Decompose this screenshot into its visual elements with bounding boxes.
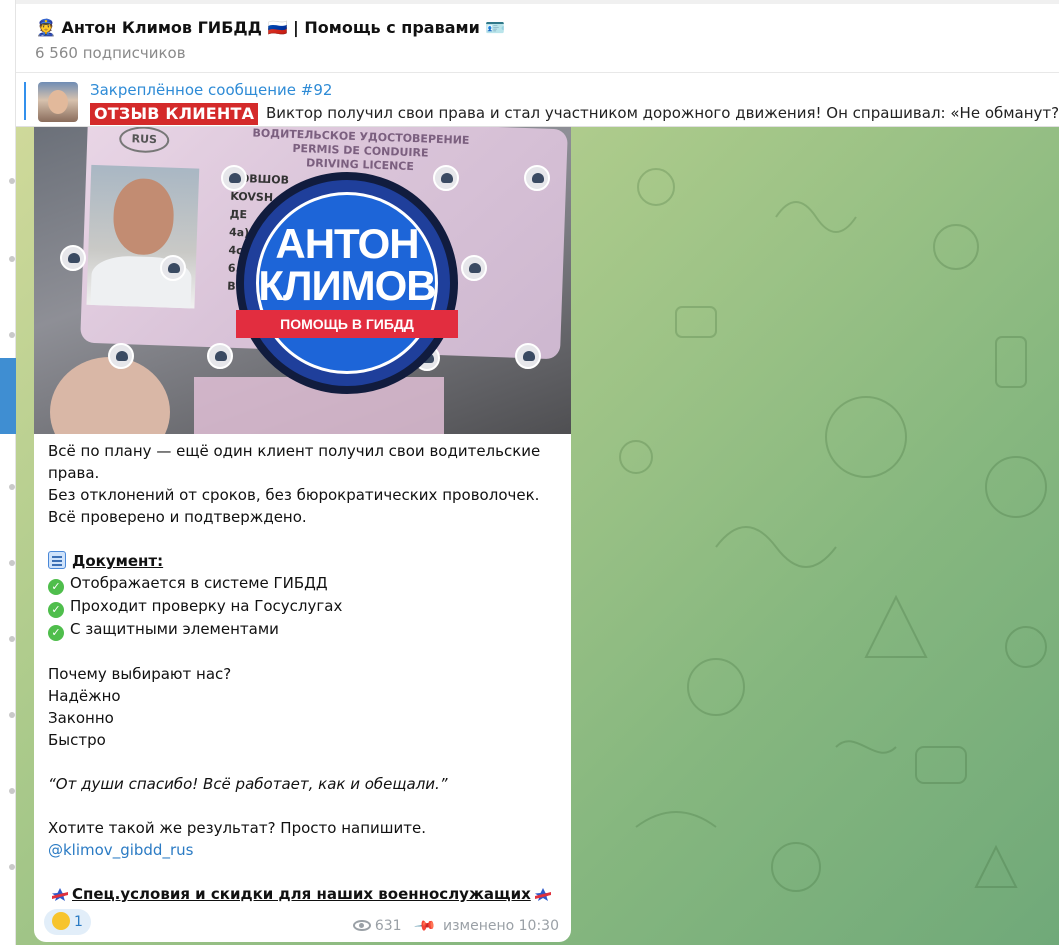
watermark-icon [515, 343, 541, 369]
watermark-icon [433, 165, 459, 191]
contact-handle-link[interactable]: @klimov_gibdd_rus [48, 841, 193, 859]
reason-item: Надёжно [48, 687, 121, 705]
list-marker [9, 178, 15, 184]
check-item: ✓ Отображается в системе ГИБДД [48, 572, 563, 595]
chat-header[interactable]: 👮 Антон Климов ГИБДД 🇷🇺 | Помощь с права… [16, 0, 1059, 72]
list-marker [9, 332, 15, 338]
russia-flag-icon: 🇷🇺 [267, 18, 288, 37]
list-marker [9, 560, 15, 566]
pinned-preview: Виктор получил свои права и стал участни… [266, 104, 1059, 122]
left-panel-edge [0, 0, 16, 945]
logo-line-1: АНТОН [275, 220, 419, 267]
id-card-icon: 🪪 [485, 18, 506, 37]
message-photo[interactable]: RUS ВОДИТЕЛЬСКОЕ УДОСТОВЕРЕНИЕ PERMIS DE… [34, 127, 571, 434]
channel-title[interactable]: 👮 Антон Климов ГИБДД 🇷🇺 | Помощь с права… [36, 18, 505, 37]
watermark-icon [221, 165, 247, 191]
list-marker [9, 256, 15, 262]
subscriber-count: 6 560 подписчиков [35, 44, 186, 62]
star-flag-icon [52, 888, 68, 901]
pinned-thumbnail [38, 82, 78, 122]
list-marker [9, 712, 15, 718]
police-officer-icon: 👮 [36, 18, 56, 37]
edited-time: изменено 10:30 [443, 918, 559, 934]
star-flag-icon [534, 888, 551, 901]
watermark-icon [160, 255, 186, 281]
watermark-icon [108, 343, 134, 369]
list-marker [9, 864, 15, 870]
intro-line-1: Всё по плану — ещё один клиент получил с… [48, 442, 541, 482]
logo-ribbon: ПОМОЩЬ В ГИБДД [236, 310, 458, 338]
starstruck-emoji-icon [52, 912, 70, 930]
watermark-icon [524, 165, 550, 191]
list-marker [9, 484, 15, 490]
check-icon: ✓ [48, 602, 64, 618]
special-offer[interactable]: Спец.условия и скидки для наших военносл… [48, 883, 563, 905]
pin-icon: 📌 [412, 914, 437, 938]
views-icon [352, 920, 371, 931]
check-item: ✓ С защитными элементами [48, 618, 563, 641]
title-separator: | [292, 18, 299, 37]
message-bubble[interactable]: RUS ВОДИТЕЛЬСКОЕ УДОСТОВЕРЕНИЕ PERMIS DE… [34, 127, 571, 942]
reaction-count: 1 [74, 914, 83, 930]
message-footer: 1 631 📌 изменено 10:30 [34, 905, 571, 942]
watermark-icon [60, 245, 86, 271]
reason-item: Законно [48, 709, 114, 727]
intro-line-2: Без отклонений от сроков, без бюрократич… [48, 486, 540, 504]
license-portrait [86, 164, 200, 309]
reason-item: Быстро [48, 731, 106, 749]
pinned-title: Закреплённое сообщение #92 [90, 81, 333, 99]
license-country: RUS [118, 127, 170, 154]
client-quote: “От души спасибо! Всё работает, как и об… [48, 775, 448, 793]
reaction-button[interactable]: 1 [44, 909, 91, 935]
logo-line-2: КЛИМОВ [258, 262, 436, 309]
check-icon: ✓ [48, 625, 64, 641]
watermark-icon [461, 255, 487, 281]
call-to-action: Хотите такой же результат? Просто напиши… [48, 819, 426, 837]
document-icon [48, 551, 66, 569]
intro-line-3: Всё проверено и подтверждено. [48, 508, 307, 526]
check-icon: ✓ [48, 579, 64, 595]
document-heading: Документ: [48, 550, 563, 572]
message-text: Всё по плану — ещё один клиент получил с… [48, 440, 563, 905]
list-marker [9, 788, 15, 794]
why-heading: Почему выбирают нас? [48, 665, 232, 683]
view-count: 631 [374, 918, 402, 934]
brand-logo: АНТОН КЛИМОВ ПОМОЩЬ В ГИБДД [236, 172, 458, 394]
message-meta: 631 📌 изменено 10:30 [352, 914, 559, 938]
review-badge: ОТЗЫВ КЛИЕНТА [90, 103, 259, 125]
check-item: ✓ Проходит проверку на Госуслугах [48, 595, 563, 618]
list-marker [9, 636, 15, 642]
channel-tagline: Помощь с правами [304, 18, 480, 37]
active-chat-indicator [0, 358, 16, 434]
hand [50, 357, 170, 434]
channel-name: Антон Климов ГИБДД [61, 18, 262, 37]
pinned-indicator [24, 82, 26, 120]
watermark-icon [207, 343, 233, 369]
pinned-message-bar[interactable]: Закреплённое сообщение #92 ОТЗЫВ КЛИЕНТА… [16, 72, 1059, 127]
